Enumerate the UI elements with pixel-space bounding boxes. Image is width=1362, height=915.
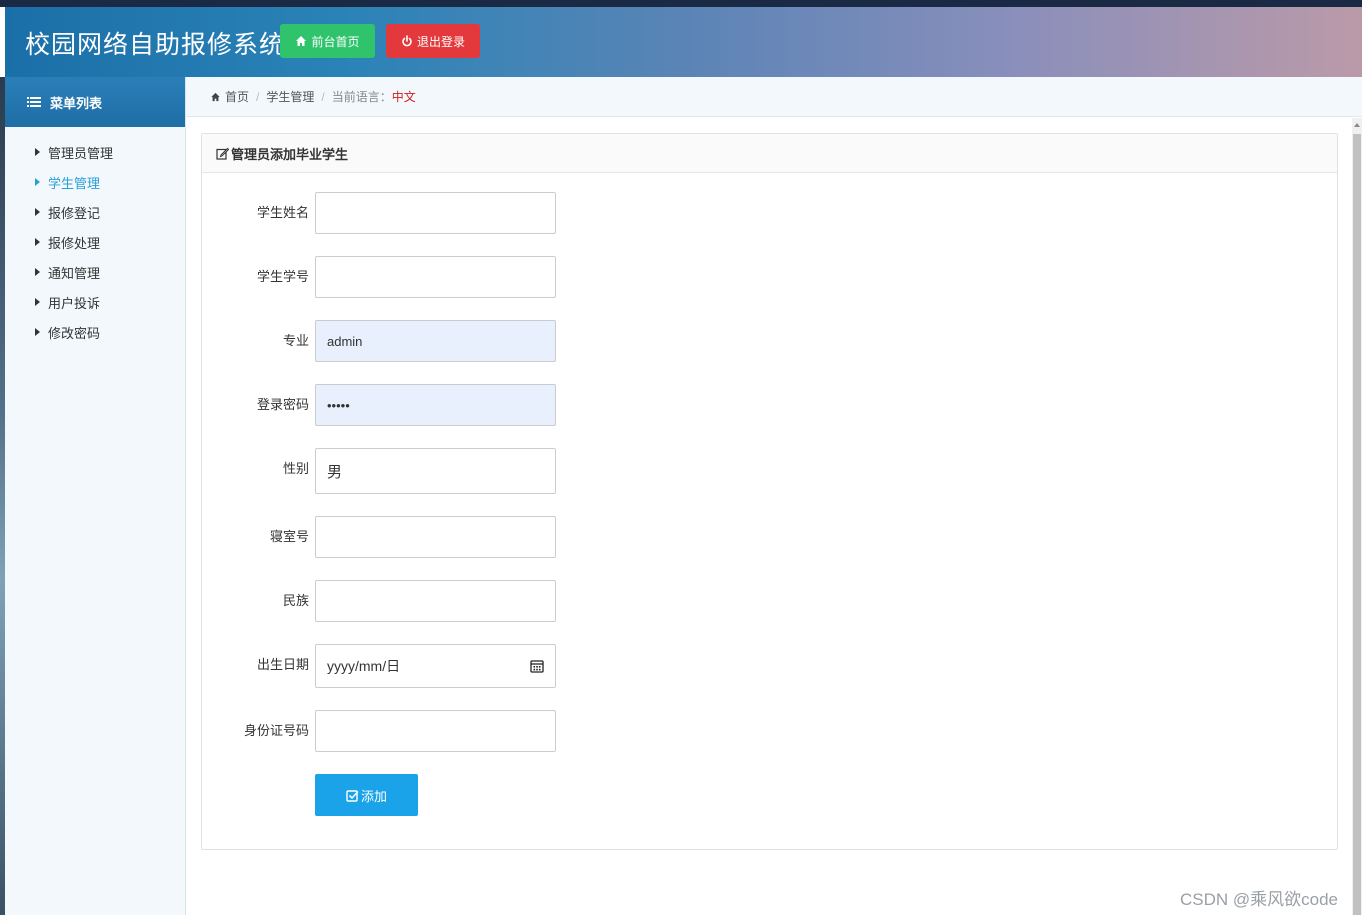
idcard-label: 身份证号码 (243, 723, 309, 738)
logout-button[interactable]: 退出登录 (386, 24, 480, 58)
gender-label: 性别 (282, 461, 309, 476)
panel-header: 管理员添加毕业学生 (202, 134, 1337, 173)
student-name-label: 学生姓名 (256, 205, 309, 220)
dorm-label: 寝室号 (269, 529, 309, 544)
list-icon (27, 97, 41, 107)
sidebar-item-user-complaints[interactable]: 用户投诉 (5, 287, 185, 317)
language-value: 中文 (391, 90, 416, 104)
logout-button-label: 退出登录 (416, 34, 465, 49)
major-input[interactable] (315, 320, 556, 362)
check-square-icon (346, 789, 359, 802)
gender-input[interactable] (315, 448, 556, 494)
scroll-up-arrow-icon[interactable] (1354, 123, 1360, 127)
sidebar-item-label: 管理员管理 (48, 145, 114, 161)
form-panel: 管理员添加毕业学生 学生姓名 学生学号 专业 登录密码 性别 寝室号 民族 (201, 133, 1338, 850)
edit-icon (216, 147, 229, 160)
sidebar-item-admin-management[interactable]: 管理员管理 (5, 137, 185, 167)
watermark: CSDN @乘风欲code (1180, 890, 1339, 909)
breadcrumb: 首页 / 学生管理 / 当前语言： 中文 (186, 77, 1362, 117)
sidebar-item-change-password[interactable]: 修改密码 (5, 317, 185, 347)
ethnicity-label: 民族 (282, 593, 309, 608)
birthdate-input[interactable]: yyyy/mm/日 (315, 644, 556, 688)
birthdate-label: 出生日期 (256, 657, 309, 672)
scroll-thumb[interactable] (1353, 134, 1361, 915)
caret-right-icon (35, 298, 40, 306)
breadcrumb-separator: / (256, 89, 260, 104)
sidebar-item-label: 通知管理 (48, 265, 101, 281)
home-icon (296, 36, 307, 46)
sidebar-item-label: 报修登记 (48, 205, 101, 221)
home-icon (211, 92, 220, 101)
power-icon (402, 35, 412, 47)
breadcrumb-section[interactable]: 学生管理 (266, 88, 314, 105)
language-label: 当前语言： (331, 90, 392, 104)
idcard-input[interactable] (315, 710, 556, 752)
caret-right-icon (35, 238, 40, 246)
calendar-icon[interactable] (530, 659, 544, 673)
add-button[interactable]: 添加 (315, 774, 418, 816)
menu-header-title: 菜单列表 (50, 95, 103, 111)
major-label: 专业 (282, 333, 309, 348)
birthdate-placeholder: yyyy/mm/日 (327, 658, 401, 674)
password-input[interactable] (315, 384, 556, 426)
breadcrumb-separator: / (321, 89, 325, 104)
add-button-label: 添加 (360, 788, 387, 804)
window-top-strip (0, 0, 1362, 7)
caret-right-icon (35, 268, 40, 276)
main-content: 管理员添加毕业学生 学生姓名 学生学号 专业 登录密码 性别 寝室号 民族 (186, 118, 1352, 915)
dorm-input[interactable] (315, 516, 556, 558)
sidebar-item-student-management[interactable]: 学生管理 (5, 167, 185, 197)
menu-header: 菜单列表 (5, 77, 185, 127)
student-name-input[interactable] (315, 192, 556, 234)
sidebar-item-label: 报修处理 (48, 235, 101, 251)
caret-right-icon (35, 148, 40, 156)
app-title: 校园网络自助报修系统 (25, 31, 286, 59)
password-label: 登录密码 (256, 397, 309, 412)
caret-right-icon (35, 328, 40, 336)
panel-title: 管理员添加毕业学生 (231, 146, 349, 162)
student-id-label: 学生学号 (256, 269, 309, 284)
sidebar-item-repair-processing[interactable]: 报修处理 (5, 227, 185, 257)
student-id-input[interactable] (315, 256, 556, 298)
vertical-scrollbar[interactable] (1352, 118, 1362, 915)
breadcrumb-home[interactable]: 首页 (225, 88, 249, 105)
home-button[interactable]: 前台首页 (280, 24, 375, 58)
sidebar: 菜单列表 管理员管理 学生管理 报修登记 报修处理 通知管理 用户投诉 修改密码 (5, 77, 186, 915)
caret-right-icon (35, 178, 40, 186)
app-header: 校园网络自助报修系统 前台首页 退出登录 (5, 7, 1362, 77)
sidebar-item-label: 学生管理 (48, 175, 101, 191)
caret-right-icon (35, 208, 40, 216)
sidebar-item-notice-management[interactable]: 通知管理 (5, 257, 185, 287)
ethnicity-input[interactable] (315, 580, 556, 622)
menu-list: 管理员管理 学生管理 报修登记 报修处理 通知管理 用户投诉 修改密码 (5, 127, 185, 347)
sidebar-item-label: 修改密码 (48, 325, 101, 341)
sidebar-item-repair-registration[interactable]: 报修登记 (5, 197, 185, 227)
sidebar-item-label: 用户投诉 (48, 295, 101, 311)
home-button-label: 前台首页 (311, 34, 360, 49)
